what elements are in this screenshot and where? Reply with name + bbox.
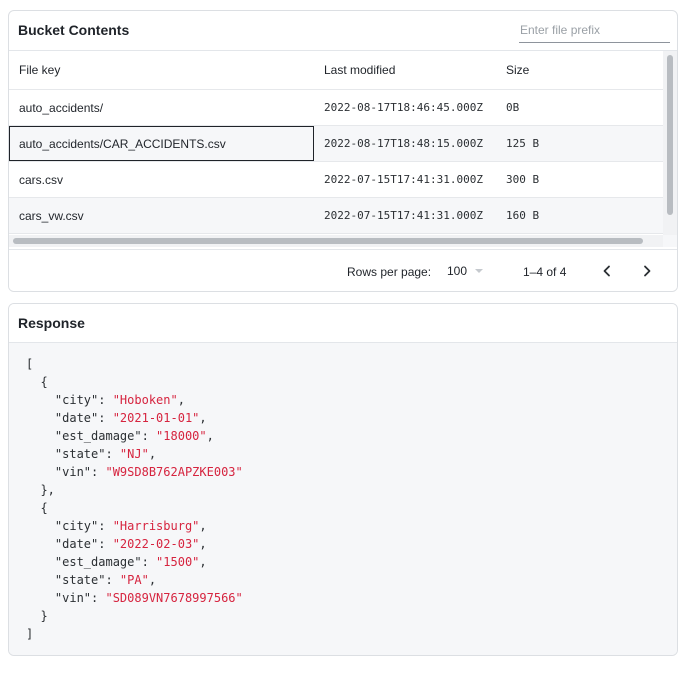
bucket-contents-panel: Bucket Contents File key Last modified S… xyxy=(8,10,678,292)
json-line: "est_damage": "1500", xyxy=(26,555,207,569)
json-key: "date": xyxy=(26,411,113,425)
bucket-table: File key Last modified Size auto_acciden… xyxy=(9,51,677,247)
cell-size[interactable]: 0B xyxy=(501,90,663,125)
vertical-scrollbar-thumb[interactable] xyxy=(667,55,673,215)
table-row[interactable]: auto_accidents/2022-08-17T18:46:45.000Z 0… xyxy=(9,90,663,126)
rows-per-page-value: 100 xyxy=(447,264,468,278)
json-line: } xyxy=(26,609,48,623)
json-string-value: "Harrisburg" xyxy=(112,519,200,533)
json-key: "est_damage": xyxy=(26,429,157,443)
json-string-value: "Hoboken" xyxy=(112,393,178,407)
json-line: { xyxy=(26,375,48,389)
response-body: [ { "city": "Hoboken", "date": "2021-01-… xyxy=(9,343,677,655)
rows-per-page-select[interactable]: 100 xyxy=(447,260,487,282)
json-string-value: "W9SD8B762APZKE003" xyxy=(105,465,243,479)
json-string-value: "2022-02-03" xyxy=(112,537,200,551)
response-title: Response xyxy=(18,315,85,331)
json-key: "date": xyxy=(26,537,113,551)
json-string-value: "18000" xyxy=(156,429,207,443)
cell-last-modified[interactable]: 2022-07-15T17:41:31.000Z xyxy=(314,162,501,197)
json-key: "city": xyxy=(26,519,113,533)
json-response-viewer: [ { "city": "Hoboken", "date": "2021-01-… xyxy=(26,355,243,643)
table-pagination: Rows per page: 100 1–4 of 4 xyxy=(9,249,677,291)
json-string-value: "NJ" xyxy=(119,447,149,461)
json-string-value: "PA" xyxy=(119,573,149,587)
vertical-scrollbar[interactable] xyxy=(663,51,677,235)
json-line: "city": "Harrisburg", xyxy=(26,519,207,533)
rows-per-page-label: Rows per page: xyxy=(347,265,432,279)
response-header: Response xyxy=(9,304,677,343)
panel-title: Bucket Contents xyxy=(18,22,130,38)
response-panel: Response [ { "city": "Hoboken", "date": … xyxy=(8,303,678,656)
cell-size[interactable]: 160 B xyxy=(501,198,663,233)
json-line: { xyxy=(26,501,48,515)
horizontal-scrollbar-thumb[interactable] xyxy=(13,238,643,244)
table-viewport: File key Last modified Size auto_acciden… xyxy=(9,51,663,235)
chevron-down-icon xyxy=(475,269,483,273)
chevron-left-icon xyxy=(603,265,610,277)
table-row[interactable]: cars.csv 2022-07-15T17:41:31.000Z 300 B xyxy=(9,162,663,198)
json-line: "date": "2022-02-03", xyxy=(26,537,207,551)
json-key: "vin": xyxy=(26,465,106,479)
cell-last-modified[interactable]: 2022-07-15T17:41:31.000Z xyxy=(314,198,501,233)
cell-file-key[interactable]: auto_accidents/CAR_ACCIDENTS.csv xyxy=(9,126,314,161)
json-key: "state": xyxy=(26,573,120,587)
table-row[interactable]: auto_accidents/CAR_ACCIDENTS.csv 2022-08-… xyxy=(9,126,663,162)
cell-file-key[interactable]: cars_vw.csv xyxy=(9,198,314,233)
file-prefix-input[interactable] xyxy=(519,19,670,43)
json-line: "state": "PA", xyxy=(26,573,157,587)
column-header-size[interactable]: Size xyxy=(501,51,663,89)
json-string-value: "1500" xyxy=(156,555,200,569)
json-line: "vin": "W9SD8B762APZKE003" xyxy=(26,463,243,481)
json-line: "est_damage": "18000", xyxy=(26,429,214,443)
json-line: ] xyxy=(26,627,34,641)
cell-file-key[interactable]: auto_accidents/ xyxy=(9,90,314,125)
json-key: "city": xyxy=(26,393,113,407)
table-row[interactable]: cars_vw.csv 2022-07-15T17:41:31.000Z 160 B xyxy=(9,198,663,234)
json-string-value: "SD089VN7678997566" xyxy=(105,591,243,605)
json-string-value: "2021-01-01" xyxy=(112,411,200,425)
json-line: "date": "2021-01-01", xyxy=(26,411,207,425)
chevron-right-icon xyxy=(644,265,651,277)
cell-size[interactable]: 125 B xyxy=(501,126,663,161)
json-line: }, xyxy=(26,483,55,497)
column-header-file-key[interactable]: File key xyxy=(9,51,314,89)
table-header-row: File key Last modified Size xyxy=(9,51,663,90)
column-header-last-modified[interactable]: Last modified xyxy=(314,51,501,89)
previous-page-button[interactable] xyxy=(595,259,619,283)
cell-last-modified[interactable]: 2022-08-17T18:48:15.000Z xyxy=(314,126,501,161)
json-key: "est_damage": xyxy=(26,555,157,569)
json-line: "state": "NJ", xyxy=(26,447,157,461)
cell-size[interactable]: 300 B xyxy=(501,162,663,197)
json-line: "vin": "SD089VN7678997566" xyxy=(26,589,243,607)
json-line: [ xyxy=(26,357,34,371)
horizontal-scrollbar[interactable] xyxy=(9,235,663,247)
pagination-range: 1–4 of 4 xyxy=(523,265,567,279)
cell-last-modified[interactable]: 2022-08-17T18:46:45.000Z xyxy=(314,90,501,125)
json-key: "vin": xyxy=(26,591,106,605)
bucket-contents-header: Bucket Contents xyxy=(9,11,677,51)
json-key: "state": xyxy=(26,447,120,461)
cell-file-key[interactable]: cars.csv xyxy=(9,162,314,197)
json-line: "city": "Hoboken", xyxy=(26,393,185,407)
next-page-button[interactable] xyxy=(635,259,659,283)
